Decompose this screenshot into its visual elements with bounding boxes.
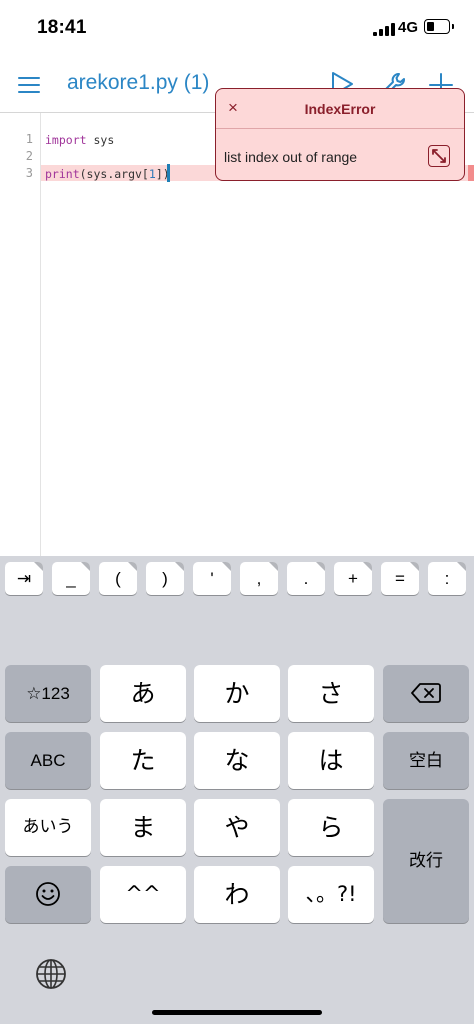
backspace-key[interactable] [383,665,469,722]
file-title[interactable]: arekore1.py (1) [67,71,209,95]
numbers-key[interactable]: ☆123 [5,665,91,722]
kana-key-ka[interactable]: か [194,665,280,722]
expand-icon[interactable] [428,145,450,167]
kana-key-ta[interactable]: た [100,732,186,789]
home-indicator[interactable] [152,1010,322,1015]
kana-mode-key[interactable]: あいう [5,799,91,856]
kana-key-a[interactable]: あ [100,665,186,722]
punctuation-key[interactable]: 、。?! [288,866,374,923]
accessory-key-equals[interactable]: = [381,562,419,595]
japanese-keyboard: ☆123 あ か さ ABC た な は 空白 あいう ま や ら 改行 ^^ … [0,601,474,1024]
text-cursor [167,164,170,182]
kana-key-na[interactable]: な [194,732,280,789]
popup-divider [216,128,464,129]
line-number: 3 [25,166,33,180]
code-text: sys [86,133,115,147]
hamburger-menu-icon[interactable] [18,76,42,94]
error-message: list index out of range [224,149,358,165]
accessory-key-lparen[interactable]: ( [99,562,137,595]
keyboard-accessory-bar: ⇥ _ ( ) ' , . + = : [0,556,474,601]
kaomoji-key[interactable]: ^^ [100,866,186,923]
accessory-key-quote[interactable]: ' [193,562,231,595]
abc-key[interactable]: ABC [5,732,91,789]
code-keyword: print [45,167,80,181]
kana-key-sa[interactable]: さ [288,665,374,722]
error-title: IndexError [304,101,376,117]
error-popup: × IndexError list index out of range [215,88,465,181]
backspace-icon [411,683,441,703]
emoji-key[interactable] [5,866,91,923]
kana-key-ya[interactable]: や [194,799,280,856]
line-number-gutter: 1 2 3 [0,113,41,556]
space-key[interactable]: 空白 [383,732,469,789]
battery-icon [424,19,454,34]
code-keyword: import [45,133,87,147]
code-number: 1 [148,167,156,181]
kana-key-ha[interactable]: は [288,732,374,789]
accessory-key-plus[interactable]: + [334,562,372,595]
line-number: 1 [25,132,33,146]
return-key[interactable]: 改行 [383,799,469,923]
signal-icon [373,22,397,36]
accessory-key-colon[interactable]: : [428,562,466,595]
network-type: 4G [398,19,419,36]
kana-key-wa[interactable]: わ [194,866,280,923]
code-text: (sys.argv[ [79,167,149,181]
line-number: 2 [25,149,33,163]
status-bar: 18:41 4G [0,0,474,56]
globe-icon[interactable] [35,958,67,990]
accessory-key-comma[interactable]: , [240,562,278,595]
status-time: 18:41 [37,17,87,38]
accessory-key-tab[interactable]: ⇥ [5,562,43,595]
error-line-marker [468,165,474,181]
kana-key-ra[interactable]: ら [288,799,374,856]
kana-key-ma[interactable]: ま [100,799,186,856]
code-line-1[interactable]: import sys [45,133,114,147]
accessory-key-underscore[interactable]: _ [52,562,90,595]
accessory-key-period[interactable]: . [287,562,325,595]
code-line-3[interactable]: print(sys.argv[1]) [45,167,170,181]
emoji-icon [36,882,60,906]
accessory-key-rparen[interactable]: ) [146,562,184,595]
